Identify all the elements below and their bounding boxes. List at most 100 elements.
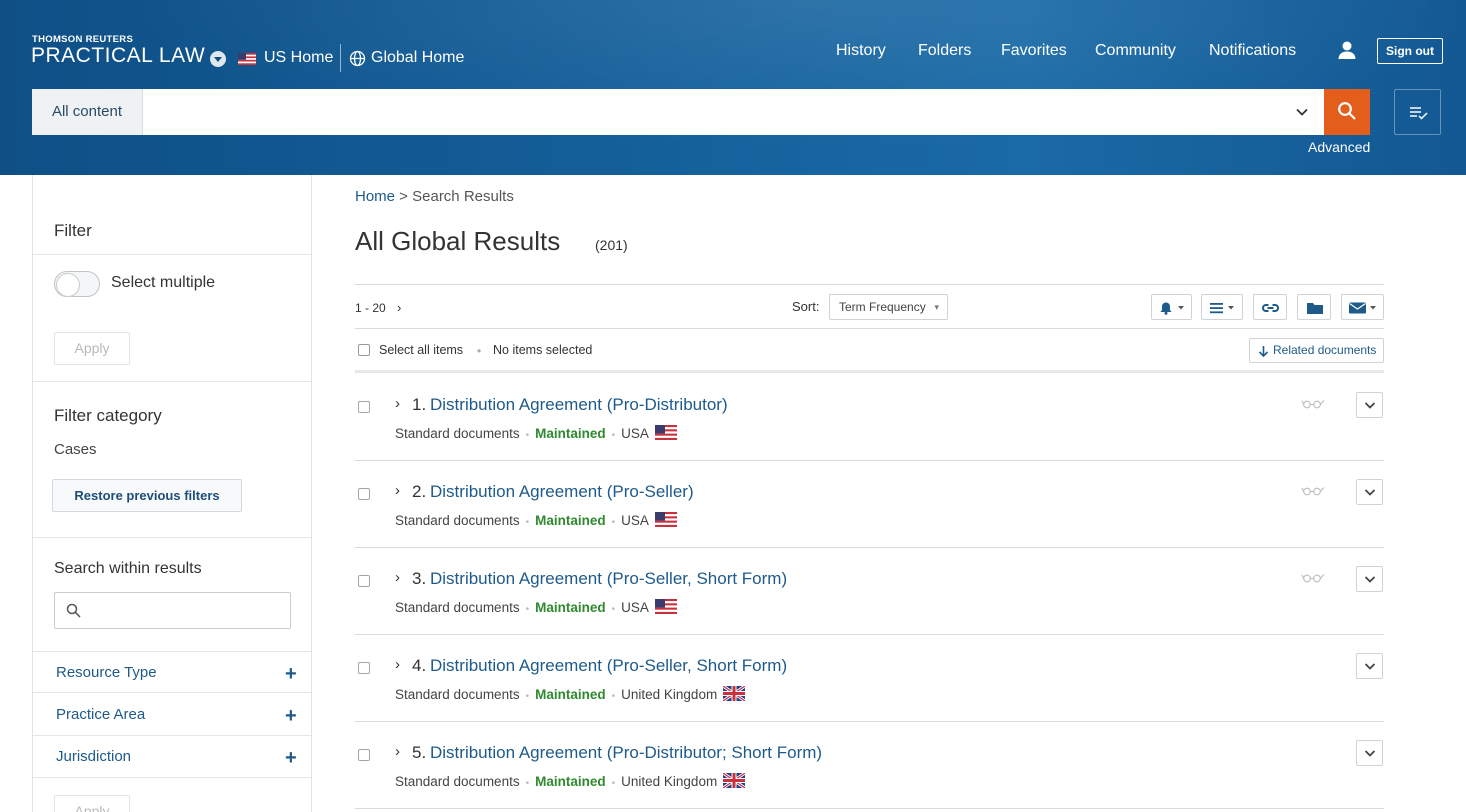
breadcrumb-current: Search Results	[412, 188, 514, 205]
nav-notifications[interactable]: Notifications	[1209, 42, 1296, 60]
global-home-link[interactable]: Global Home	[371, 49, 464, 67]
result-item: › 5. Distribution Agreement (Pro-Distribut…	[355, 722, 1384, 809]
plus-icon[interactable]: +	[285, 664, 297, 684]
separator-dot: •	[611, 430, 616, 441]
expand-chevron-icon[interactable]: ›	[395, 395, 400, 412]
facet-resource-type[interactable]: Resource Type	[56, 664, 157, 681]
result-status: Maintained	[535, 600, 606, 615]
search-scope-select[interactable]: All content	[32, 89, 143, 135]
select-all-label[interactable]: Select all items	[379, 343, 463, 357]
restore-filters-button[interactable]: Restore previous filters	[52, 479, 242, 512]
result-jurisdiction: USA	[621, 600, 649, 615]
save-to-folder-button[interactable]	[1297, 294, 1331, 320]
separator-dot: •	[611, 691, 616, 702]
advanced-search-link[interactable]: Advanced	[1308, 139, 1370, 155]
result-jurisdiction: USA	[621, 513, 649, 528]
nav-community[interactable]: Community	[1095, 42, 1176, 60]
copy-link-button[interactable]	[1253, 294, 1287, 320]
separator-dot: •	[611, 778, 616, 789]
sidebar-divider	[33, 692, 311, 693]
separator-dot: •	[525, 778, 530, 789]
brand-logo[interactable]: PRACTICAL LAW	[31, 44, 205, 68]
result-status: Maintained	[535, 774, 606, 789]
us-flag-icon	[654, 425, 677, 440]
expand-chevron-icon[interactable]: ›	[395, 656, 400, 673]
search-icon	[1338, 102, 1356, 120]
result-options-button[interactable]	[1356, 566, 1383, 592]
site-header: THOMSON REUTERS PRACTICAL LAW US Home Gl…	[0, 0, 1466, 175]
result-item: › 4. Distribution Agreement (Pro-Seller, S…	[355, 635, 1384, 722]
result-count: (201)	[595, 237, 628, 253]
list-divider	[355, 370, 1384, 373]
facet-jurisdiction[interactable]: Jurisdiction	[56, 748, 131, 765]
breadcrumb-separator: >	[395, 188, 413, 205]
result-title-link[interactable]: Distribution Agreement (Pro-Distributor)	[430, 395, 728, 415]
result-doc-type: Standard documents	[395, 600, 520, 615]
sign-out-button[interactable]: Sign out	[1377, 38, 1443, 64]
result-doc-type: Standard documents	[395, 426, 520, 441]
expand-chevron-icon[interactable]: ›	[395, 743, 400, 760]
expand-chevron-icon[interactable]: ›	[395, 569, 400, 586]
select-multiple-toggle[interactable]	[54, 271, 100, 297]
filter-title: Filter	[54, 221, 92, 240]
result-metadata: Standard documents • Maintained • USA	[395, 599, 677, 615]
result-checkbox[interactable]	[358, 488, 370, 500]
sort-select[interactable]: Term Frequency	[829, 294, 948, 320]
plus-icon[interactable]: +	[285, 706, 297, 726]
select-multiple-label: Select multiple	[111, 274, 216, 291]
apply-button[interactable]: Apply	[54, 332, 130, 365]
result-checkbox[interactable]	[358, 662, 370, 674]
result-options-button[interactable]	[1356, 392, 1383, 418]
result-doc-type: Standard documents	[395, 774, 520, 789]
email-button[interactable]	[1341, 294, 1384, 320]
alert-button[interactable]	[1151, 294, 1192, 320]
us-home-link[interactable]: US Home	[264, 49, 333, 67]
expand-chevron-icon[interactable]: ›	[395, 482, 400, 499]
result-options-button[interactable]	[1356, 653, 1383, 679]
result-checkbox[interactable]	[358, 749, 370, 761]
result-number: 3.	[412, 569, 427, 588]
filter-category-value: Cases	[54, 441, 97, 458]
select-all-checkbox[interactable]	[358, 344, 370, 356]
sidebar-divider	[33, 537, 311, 538]
brand-caret-icon[interactable]	[210, 51, 226, 67]
result-checkbox[interactable]	[358, 401, 370, 413]
result-options-button[interactable]	[1356, 479, 1383, 505]
link-icon	[1262, 304, 1279, 312]
result-checkbox[interactable]	[358, 575, 370, 587]
result-metadata: Standard documents • Maintained • United Kin…	[395, 771, 747, 790]
search-within-input[interactable]	[89, 597, 284, 625]
search-button[interactable]	[1324, 89, 1370, 135]
display-options-button[interactable]	[1201, 294, 1243, 320]
result-doc-type: Standard documents	[395, 687, 520, 702]
result-status: Maintained	[535, 687, 606, 702]
uk-flag-icon	[722, 684, 747, 703]
result-metadata: Standard documents • Maintained • USA	[395, 512, 677, 528]
facet-practice-area[interactable]: Practice Area	[56, 706, 145, 723]
plus-icon[interactable]: +	[285, 748, 297, 768]
result-title-link[interactable]: Distribution Agreement (Pro-Seller, Shor…	[430, 569, 787, 589]
result-jurisdiction: United Kingdom	[621, 774, 718, 789]
result-number: 2.	[412, 482, 427, 501]
nav-favorites[interactable]: Favorites	[1001, 42, 1067, 60]
next-page-icon[interactable]: ›	[397, 300, 401, 315]
page-range: 1 - 20	[355, 301, 386, 315]
chevron-down-icon[interactable]	[1294, 104, 1310, 120]
filter-category-title: Filter category	[54, 406, 162, 425]
result-options-button[interactable]	[1356, 740, 1383, 766]
search-within-field	[54, 592, 291, 629]
related-documents-button[interactable]: Related documents	[1249, 338, 1384, 363]
nav-folders[interactable]: Folders	[918, 42, 971, 60]
breadcrumb: Home > Search Results	[355, 188, 514, 205]
result-title-link[interactable]: Distribution Agreement (Pro-Seller)	[430, 482, 694, 502]
result-title-link[interactable]: Distribution Agreement (Pro-Distributor;…	[430, 743, 822, 763]
result-title-link[interactable]: Distribution Agreement (Pro-Seller, Shor…	[430, 656, 787, 676]
nav-history[interactable]: History	[836, 42, 886, 60]
search-input[interactable]	[144, 89, 1284, 135]
research-list-button[interactable]	[1394, 89, 1441, 135]
user-icon[interactable]	[1337, 40, 1357, 60]
breadcrumb-home-link[interactable]: Home	[355, 188, 395, 205]
result-jurisdiction: USA	[621, 426, 649, 441]
apply-button-bottom[interactable]: Apply	[54, 795, 130, 812]
result-metadata: Standard documents • Maintained • USA	[395, 425, 677, 441]
